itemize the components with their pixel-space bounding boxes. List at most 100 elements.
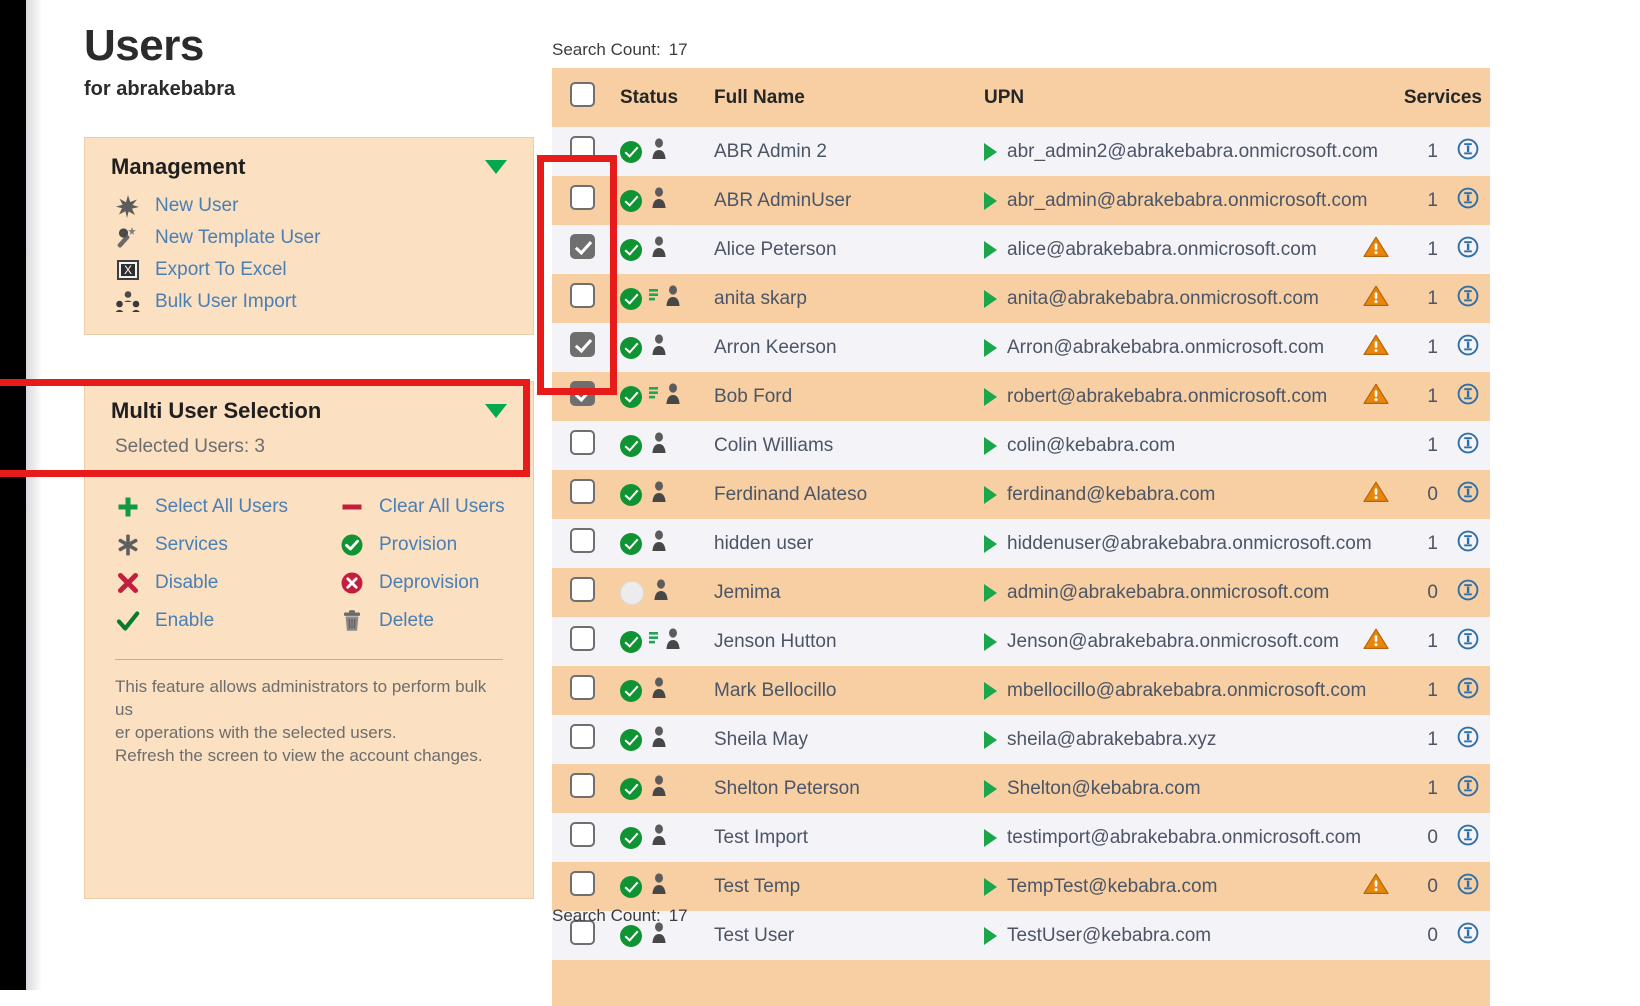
services-header[interactable]: Services bbox=[1398, 68, 1490, 127]
table-row[interactable]: hidden userhiddenuser@abrakebabra.onmicr… bbox=[552, 519, 1490, 568]
upn-cell[interactable]: alice@abrakebabra.onmicrosoft.com bbox=[984, 225, 1354, 274]
row-checkbox-cell[interactable] bbox=[552, 274, 610, 323]
full-name-cell[interactable]: Jenson Hutton bbox=[714, 617, 984, 666]
row-checkbox-cell[interactable] bbox=[552, 372, 610, 421]
info-cell[interactable] bbox=[1446, 372, 1490, 421]
upn-cell[interactable]: mbellocillo@abrakebabra.onmicrosoft.com bbox=[984, 666, 1354, 715]
full-name-cell[interactable]: anita skarp bbox=[714, 274, 984, 323]
info-cell[interactable] bbox=[1446, 568, 1490, 617]
expand-arrow-icon[interactable] bbox=[984, 682, 997, 700]
table-row[interactable]: Test UserTestUser@kebabra.com0 bbox=[552, 911, 1490, 960]
info-icon[interactable] bbox=[1457, 824, 1479, 852]
info-cell[interactable] bbox=[1446, 666, 1490, 715]
select-all-users-action[interactable]: Select All Users bbox=[85, 491, 309, 523]
upn-cell[interactable]: ferdinand@kebabra.com bbox=[984, 470, 1354, 519]
warning-icon[interactable] bbox=[1363, 480, 1389, 510]
table-row[interactable]: Ferdinand Alatesoferdinand@kebabra.com0 bbox=[552, 470, 1490, 519]
full-name-cell[interactable]: Shelton Peterson bbox=[714, 764, 984, 813]
services-action[interactable]: Services bbox=[85, 529, 309, 561]
expand-arrow-icon[interactable] bbox=[984, 241, 997, 259]
info-icon[interactable] bbox=[1457, 873, 1479, 901]
info-cell[interactable] bbox=[1446, 176, 1490, 225]
upn-cell[interactable]: abr_admin@abrakebabra.onmicrosoft.com bbox=[984, 176, 1354, 225]
info-icon[interactable] bbox=[1457, 530, 1479, 558]
info-cell[interactable] bbox=[1446, 225, 1490, 274]
full-name-cell[interactable]: Ferdinand Alateso bbox=[714, 470, 984, 519]
full-name-cell[interactable]: Test User bbox=[714, 911, 984, 960]
table-row[interactable]: Jemimaadmin@abrakebabra.onmicrosoft.com0 bbox=[552, 568, 1490, 617]
row-checkbox[interactable] bbox=[570, 234, 595, 259]
row-checkbox[interactable] bbox=[570, 283, 595, 308]
full-name-cell[interactable]: ABR AdminUser bbox=[714, 176, 984, 225]
expand-arrow-icon[interactable] bbox=[984, 290, 997, 308]
chevron-down-icon[interactable] bbox=[485, 404, 507, 418]
full-name-cell[interactable]: Jemima bbox=[714, 568, 984, 617]
upn-cell[interactable]: Jenson@abrakebabra.onmicrosoft.com bbox=[984, 617, 1354, 666]
row-checkbox-cell[interactable] bbox=[552, 862, 610, 911]
info-icon[interactable] bbox=[1457, 285, 1479, 313]
table-row[interactable]: Arron KeersonArron@abrakebabra.onmicroso… bbox=[552, 323, 1490, 372]
full-name-cell[interactable]: Alice Peterson bbox=[714, 225, 984, 274]
info-cell[interactable] bbox=[1446, 617, 1490, 666]
expand-arrow-icon[interactable] bbox=[984, 780, 997, 798]
full-name-cell[interactable]: hidden user bbox=[714, 519, 984, 568]
expand-arrow-icon[interactable] bbox=[984, 143, 997, 161]
warning-icon[interactable] bbox=[1363, 284, 1389, 314]
row-checkbox-cell[interactable] bbox=[552, 127, 610, 176]
info-icon[interactable] bbox=[1457, 383, 1479, 411]
expand-arrow-icon[interactable] bbox=[984, 633, 997, 651]
expand-arrow-icon[interactable] bbox=[984, 486, 997, 504]
row-checkbox[interactable] bbox=[570, 724, 595, 749]
management-panel-header[interactable]: Management bbox=[85, 138, 533, 190]
row-checkbox[interactable] bbox=[570, 430, 595, 455]
upn-cell[interactable]: Arron@abrakebabra.onmicrosoft.com bbox=[984, 323, 1354, 372]
table-row[interactable]: Bob Fordrobert@abrakebabra.onmicrosoft.c… bbox=[552, 372, 1490, 421]
full-name-cell[interactable]: ABR Admin 2 bbox=[714, 127, 984, 176]
full-name-cell[interactable]: Sheila May bbox=[714, 715, 984, 764]
row-checkbox[interactable] bbox=[570, 479, 595, 504]
info-icon[interactable] bbox=[1457, 236, 1479, 264]
row-checkbox[interactable] bbox=[570, 871, 595, 896]
row-checkbox-cell[interactable] bbox=[552, 813, 610, 862]
warning-icon[interactable] bbox=[1363, 235, 1389, 265]
info-icon[interactable] bbox=[1457, 677, 1479, 705]
info-cell[interactable] bbox=[1446, 421, 1490, 470]
row-checkbox-cell[interactable] bbox=[552, 519, 610, 568]
info-icon[interactable] bbox=[1457, 579, 1479, 607]
full-name-cell[interactable]: Test Import bbox=[714, 813, 984, 862]
upn-header[interactable]: UPN bbox=[984, 68, 1354, 127]
row-checkbox[interactable] bbox=[570, 185, 595, 210]
expand-arrow-icon[interactable] bbox=[984, 437, 997, 455]
row-checkbox-cell[interactable] bbox=[552, 323, 610, 372]
table-row[interactable]: Jenson HuttonJenson@abrakebabra.onmicros… bbox=[552, 617, 1490, 666]
full-name-cell[interactable]: Mark Bellocillo bbox=[714, 666, 984, 715]
table-row[interactable]: anita skarpanita@abrakebabra.onmicrosoft… bbox=[552, 274, 1490, 323]
table-row[interactable]: Alice Petersonalice@abrakebabra.onmicros… bbox=[552, 225, 1490, 274]
disable-action[interactable]: Disable bbox=[85, 567, 309, 599]
row-checkbox[interactable] bbox=[570, 332, 595, 357]
table-row[interactable]: ABR Admin 2abr_admin2@abrakebabra.onmicr… bbox=[552, 127, 1490, 176]
row-checkbox[interactable] bbox=[570, 675, 595, 700]
info-icon[interactable] bbox=[1457, 922, 1479, 950]
info-cell[interactable] bbox=[1446, 813, 1490, 862]
chevron-down-icon[interactable] bbox=[485, 160, 507, 174]
upn-cell[interactable]: admin@abrakebabra.onmicrosoft.com bbox=[984, 568, 1354, 617]
upn-cell[interactable]: abr_admin2@abrakebabra.onmicrosoft.com bbox=[984, 127, 1354, 176]
full-name-cell[interactable]: Bob Ford bbox=[714, 372, 984, 421]
info-cell[interactable] bbox=[1446, 127, 1490, 176]
info-icon[interactable] bbox=[1457, 481, 1479, 509]
status-header[interactable]: Status bbox=[610, 68, 714, 127]
expand-arrow-icon[interactable] bbox=[984, 535, 997, 553]
info-icon[interactable] bbox=[1457, 334, 1479, 362]
table-row[interactable]: Mark Bellocillombellocillo@abrakebabra.o… bbox=[552, 666, 1490, 715]
info-icon[interactable] bbox=[1457, 726, 1479, 754]
upn-cell[interactable]: hiddenuser@abrakebabra.onmicrosoft.com bbox=[984, 519, 1354, 568]
upn-cell[interactable]: anita@abrakebabra.onmicrosoft.com bbox=[984, 274, 1354, 323]
info-cell[interactable] bbox=[1446, 911, 1490, 960]
expand-arrow-icon[interactable] bbox=[984, 584, 997, 602]
table-row[interactable]: Shelton PetersonShelton@kebabra.com1 bbox=[552, 764, 1490, 813]
clear-all-users-action[interactable]: Clear All Users bbox=[309, 491, 533, 523]
upn-cell[interactable]: sheila@abrakebabra.xyz bbox=[984, 715, 1354, 764]
full-name-cell[interactable]: Arron Keerson bbox=[714, 323, 984, 372]
info-cell[interactable] bbox=[1446, 519, 1490, 568]
